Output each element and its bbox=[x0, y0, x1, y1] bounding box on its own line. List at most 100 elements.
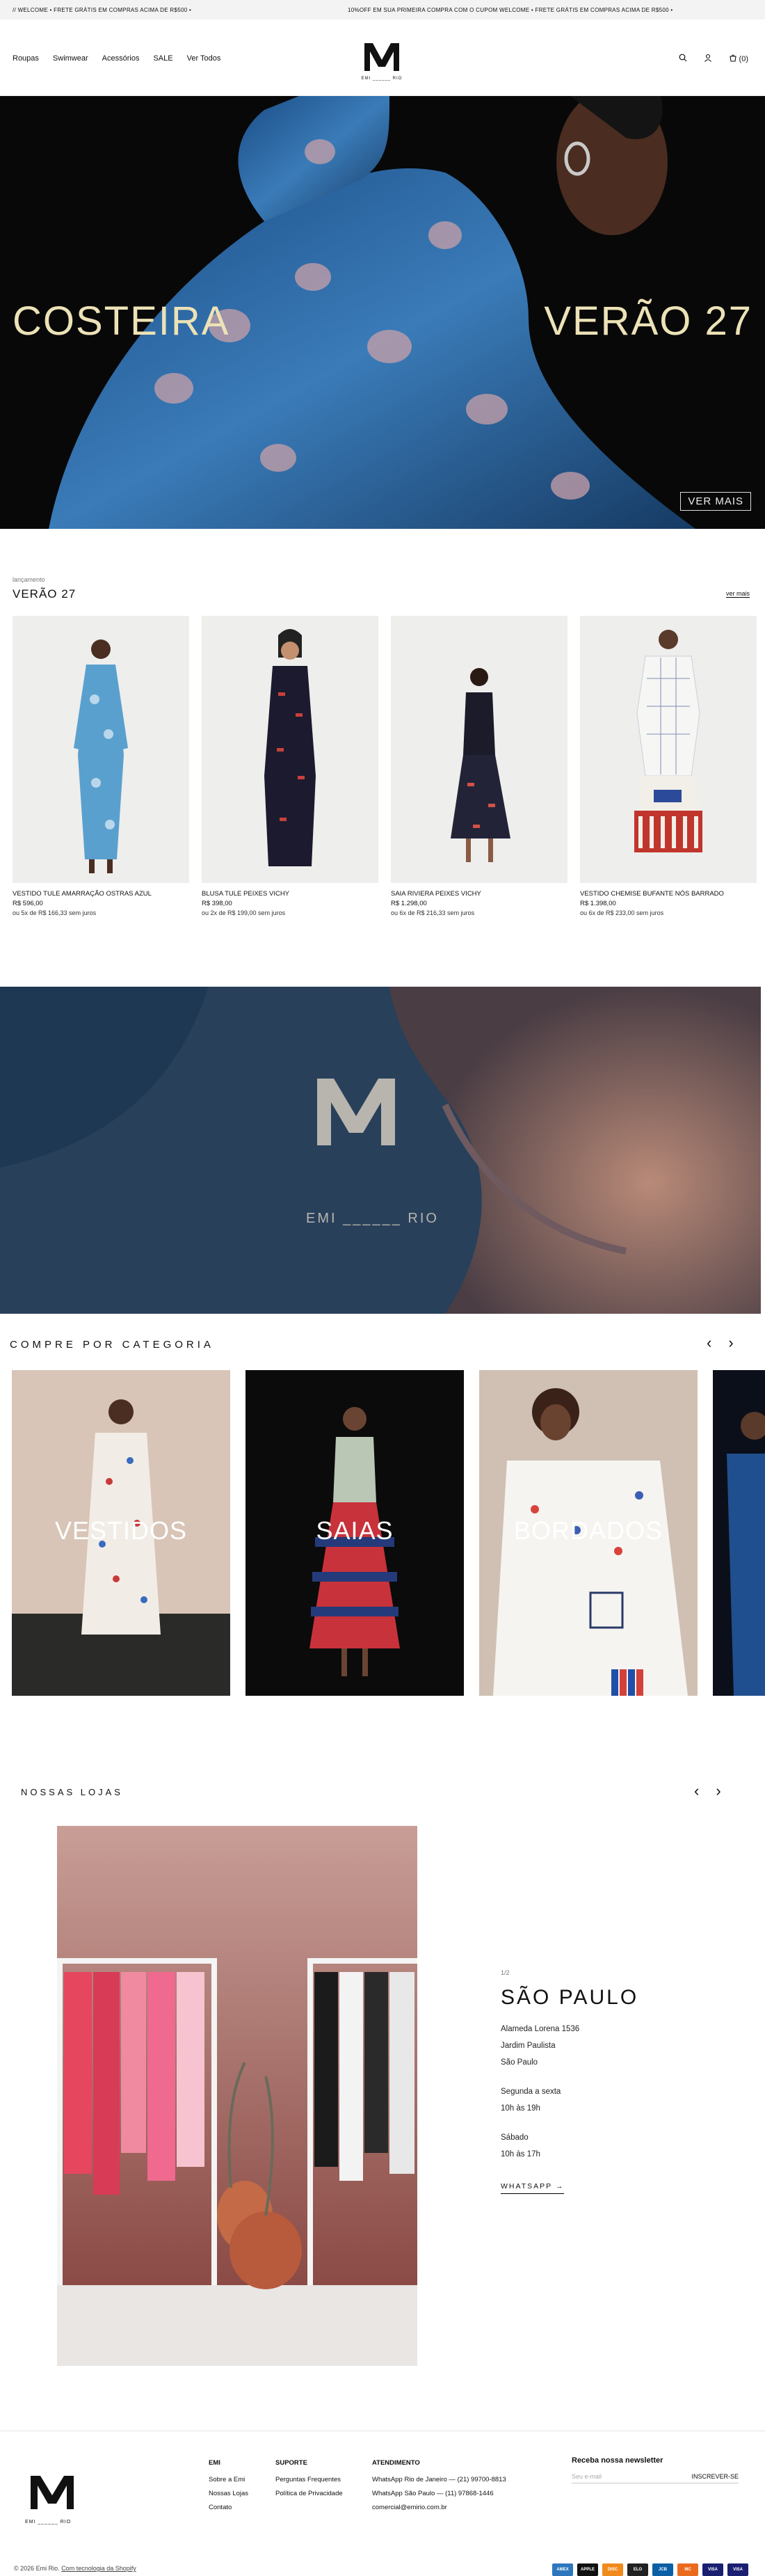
footer-heading: SUPORTE bbox=[275, 2459, 307, 2467]
category-label: BORDADOS bbox=[513, 1516, 663, 1545]
newsletter-form: Receba nossa newsletter Seu e-mail INSCR… bbox=[572, 2456, 739, 2483]
nav-ver-todos[interactable]: Ver Todos bbox=[187, 54, 221, 63]
product-price: R$ 596,00 bbox=[13, 900, 43, 907]
product-card[interactable]: BLUSA TULE PEIXES VICHY R$ 398,00 ou 2x … bbox=[202, 616, 378, 916]
product-name[interactable]: BLUSA TULE PEIXES VICHY bbox=[202, 890, 378, 898]
category-card-vestidos[interactable]: VESTIDOS bbox=[12, 1370, 230, 1696]
amex-icon: AMEX bbox=[552, 2563, 573, 2576]
store-hours-label: Segunda a sexta bbox=[501, 2088, 561, 2096]
stores-title: NOSSAS LOJAS bbox=[21, 1787, 123, 1797]
cart-button[interactable]: (0) bbox=[729, 54, 748, 64]
footer-heading: ATENDIMENTO bbox=[372, 2459, 420, 2467]
product-installments: ou 6x de R$ 233,00 sem juros bbox=[580, 909, 664, 916]
product-price: R$ 1.398,00 bbox=[580, 900, 616, 907]
account-icon[interactable] bbox=[704, 54, 712, 64]
footer-logo[interactable]: EMI ______ RIO bbox=[25, 2472, 79, 2525]
product-card[interactable]: SAIA RIVIERA PEIXES VICHY R$ 1.298,00 ou… bbox=[391, 616, 567, 916]
stores-arrows: ‹ › bbox=[694, 1782, 721, 1800]
site-logo[interactable]: EMI ______ RIO bbox=[359, 40, 405, 81]
footer-link[interactable]: comercial@emirio.com.br bbox=[372, 2501, 506, 2515]
store-address-line: Alameda Lorena 1536 bbox=[501, 2025, 580, 2033]
site-header: Roupas Swimwear Acessórios SALE Ver Todo… bbox=[0, 19, 765, 96]
product-installments: ou 6x de R$ 216,33 sem juros bbox=[391, 909, 475, 916]
logo-wordmark: EMI ______ RIO bbox=[361, 77, 403, 81]
product-image[interactable] bbox=[202, 616, 378, 883]
store-hours-value: 10h às 19h bbox=[501, 2104, 540, 2113]
brand-logo-icon bbox=[317, 1079, 395, 1145]
nav-roupas[interactable]: Roupas bbox=[13, 54, 39, 63]
announcement-bar: // WELCOME • FRETE GRÁTIS EM COMPRAS ACI… bbox=[0, 0, 765, 19]
footer-link[interactable]: Contato bbox=[209, 2501, 248, 2515]
store-info: 1/2 SÃO PAULO Alameda Lorena 1536 Jardim… bbox=[501, 1969, 638, 2194]
categories-arrows: ‹ › bbox=[707, 1334, 734, 1352]
newsletter-email-input[interactable]: Seu e-mail bbox=[572, 2473, 602, 2480]
announcement-text-right: 10%OFF EM SUA PRIMEIRA COMPRA COM O CUPO… bbox=[348, 7, 673, 13]
footer-link[interactable]: WhatsApp São Paulo — (11) 97868-1446 bbox=[372, 2487, 506, 2501]
visa-icon: VISA bbox=[702, 2563, 723, 2576]
category-label: VESTIDOS bbox=[54, 1516, 188, 1545]
product-name[interactable]: SAIA RIVIERA PEIXES VICHY bbox=[391, 890, 567, 898]
category-card-bordados[interactable]: BORDADOS bbox=[479, 1370, 698, 1696]
nav-acessorios[interactable]: Acessórios bbox=[102, 54, 140, 63]
footer-link[interactable]: Nossas Lojas bbox=[209, 2487, 248, 2501]
product-card[interactable]: VESTIDO CHEMISE BUFANTE NÓS BARRADO R$ 1… bbox=[580, 616, 757, 916]
category-card-partial[interactable] bbox=[713, 1370, 765, 1696]
collection-title: VERÃO 27 bbox=[13, 587, 76, 601]
chevron-right-icon[interactable]: › bbox=[716, 1782, 720, 1800]
jcb-icon: JCB bbox=[652, 2563, 673, 2576]
search-icon[interactable] bbox=[679, 54, 687, 64]
footer-link[interactable]: Perguntas Frequentes bbox=[275, 2473, 343, 2487]
product-name[interactable]: VESTIDO TULE AMARRAÇÃO OSTRAS AZUL bbox=[13, 890, 189, 898]
whatsapp-link[interactable]: WHATSAPP → bbox=[501, 2182, 565, 2194]
product-image[interactable] bbox=[391, 616, 567, 883]
chevron-right-icon[interactable]: › bbox=[728, 1334, 733, 1352]
collection-eyebrow: lançamento bbox=[13, 576, 45, 583]
store-city: SÃO PAULO bbox=[501, 1986, 639, 2009]
footer-col-emi: EMI Sobre a Emi Nossas Lojas Contato bbox=[209, 2456, 248, 2515]
hero-title-right: VERÃO 27 bbox=[544, 299, 752, 344]
visa-icon: VISA bbox=[727, 2563, 748, 2576]
cart-icon bbox=[729, 54, 737, 64]
footer-wordmark: EMI ______ RIO bbox=[25, 2520, 72, 2525]
announcement-text-left: // WELCOME • FRETE GRÁTIS EM COMPRAS ACI… bbox=[13, 7, 192, 13]
footer-link[interactable]: Sobre a Emi bbox=[209, 2473, 248, 2487]
store-photo bbox=[57, 1826, 417, 2366]
header-icons: (0) bbox=[679, 54, 748, 64]
footer-link[interactable]: Política de Privacidade bbox=[275, 2487, 343, 2501]
category-card-saias[interactable]: SAIAS bbox=[245, 1370, 464, 1696]
collection-header: lançamento VERÃO 27 ver mais bbox=[13, 576, 752, 601]
category-carousel: VESTIDOS SAIAS BORDADOS bbox=[12, 1370, 765, 1696]
product-image[interactable] bbox=[13, 616, 189, 883]
store-address-line: Jardim Paulista bbox=[501, 2042, 556, 2050]
chevron-left-icon[interactable]: ‹ bbox=[707, 1334, 711, 1352]
newsletter-heading: Receba nossa newsletter bbox=[572, 2456, 663, 2465]
mastercard-icon: MC bbox=[677, 2563, 698, 2576]
elo-icon: ELO bbox=[627, 2563, 648, 2576]
product-card[interactable]: VESTIDO TULE AMARRAÇÃO OSTRAS AZUL R$ 59… bbox=[13, 616, 189, 916]
brand-video-banner: EMI ______ RIO bbox=[0, 987, 761, 1314]
store-hours-label: Sábado bbox=[501, 2133, 529, 2142]
collection-view-all-link[interactable]: ver mais bbox=[725, 590, 750, 598]
footer-col-suporte: SUPORTE Perguntas Frequentes Política de… bbox=[275, 2456, 343, 2501]
footer-heading: EMI bbox=[209, 2459, 220, 2467]
shopify-link[interactable]: Com tecnologia da Shopify bbox=[61, 2565, 136, 2572]
copyright: © 2026 Emi Rio. Com tecnologia da Shopif… bbox=[14, 2565, 136, 2572]
categories-title: COMPRE POR CATEGORIA bbox=[10, 1339, 214, 1351]
store-address-line: São Paulo bbox=[501, 2058, 538, 2067]
product-image[interactable] bbox=[580, 616, 757, 883]
hero-banner[interactable]: COSTEIRA VERÃO 27 VER MAIS bbox=[0, 96, 765, 529]
cart-count: (0) bbox=[739, 54, 748, 63]
category-label: SAIAS bbox=[316, 1516, 394, 1545]
footer-col-atendimento: ATENDIMENTO WhatsApp Rio de Janeiro — (2… bbox=[372, 2456, 506, 2515]
newsletter-submit-button[interactable]: INSCREVER-SE bbox=[691, 2473, 739, 2480]
footer-link[interactable]: WhatsApp Rio de Janeiro — (21) 99700-881… bbox=[372, 2473, 506, 2487]
product-name[interactable]: VESTIDO CHEMISE BUFANTE NÓS BARRADO bbox=[580, 890, 757, 898]
product-grid: VESTIDO TULE AMARRAÇÃO OSTRAS AZUL R$ 59… bbox=[13, 616, 757, 916]
chevron-left-icon[interactable]: ‹ bbox=[694, 1782, 699, 1800]
main-nav: Roupas Swimwear Acessórios SALE Ver Todo… bbox=[13, 54, 220, 63]
brand-wordmark: EMI ______ RIO bbox=[306, 1211, 439, 1226]
hero-ver-mais-button[interactable]: VER MAIS bbox=[680, 492, 751, 511]
nav-swimwear[interactable]: Swimwear bbox=[53, 54, 88, 63]
nav-sale[interactable]: SALE bbox=[153, 54, 172, 63]
store-hours-value: 10h às 17h bbox=[501, 2150, 540, 2158]
